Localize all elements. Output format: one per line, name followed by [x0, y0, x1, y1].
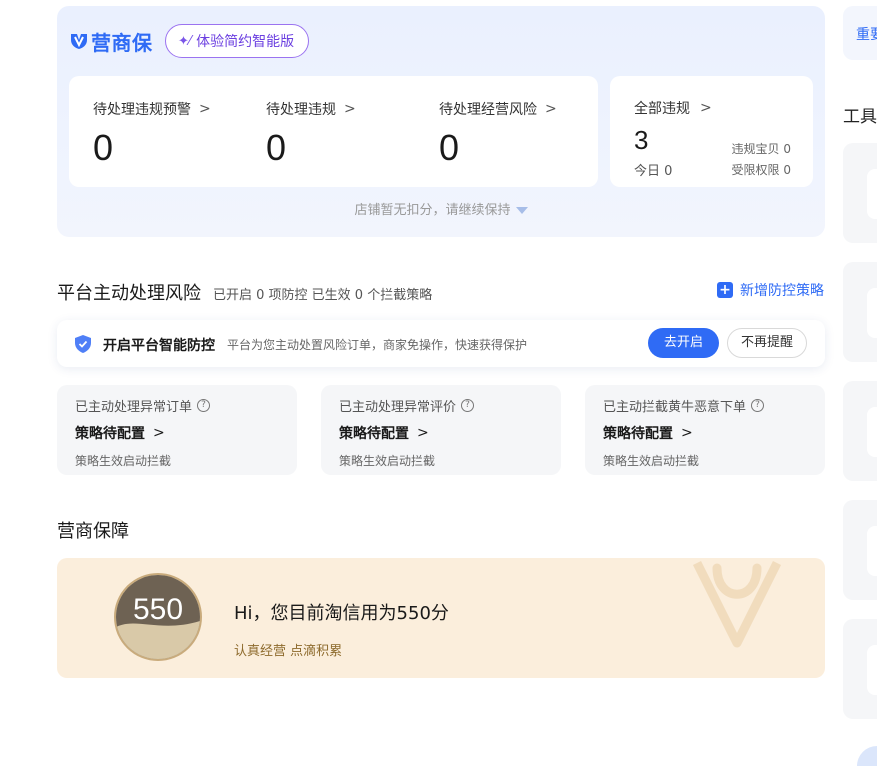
tool-card[interactable]: [843, 143, 877, 243]
credit-score-value: 550: [132, 593, 184, 626]
strategy-card-abnormal-orders: 已主动处理异常订单 ? 策略待配置 > 策略生效启动拦截: [57, 385, 297, 475]
strategy-note: 策略生效启动拦截: [339, 454, 436, 468]
right-tools-title: 工具: [843, 107, 877, 127]
strategy-card-title: 已主动拦截黄牛恶意下单: [603, 400, 747, 415]
pending-violation-count: 0: [266, 127, 287, 168]
smart-guard-desc: 平台为您主动处置风险订单，商家免操作，快速获得保护: [227, 338, 528, 352]
credit-slogan: 认真经营 点滴积累: [234, 644, 343, 659]
pending-business-risk-count: 0: [439, 127, 460, 168]
tool-card[interactable]: [843, 381, 877, 481]
deduction-status-text: 店铺暂无扣分，请继续保持: [354, 203, 511, 218]
strategy-card-abnormal-reviews: 已主动处理异常评价 ? 策略待配置 > 策略生效启动拦截: [321, 385, 561, 475]
all-violations-label: 全部违规: [634, 101, 690, 117]
caret-down-icon: [515, 207, 528, 214]
right-important-notice[interactable]: 重要: [843, 6, 877, 60]
chevron-right-icon: >: [545, 101, 557, 117]
strategy-status: 策略待配置: [339, 426, 409, 442]
right-important-text: 重要: [856, 27, 877, 43]
dismiss-reminder-button[interactable]: 不再提醒: [727, 328, 807, 358]
item-violations: 违规宝贝 0: [731, 142, 791, 156]
configure-strategy-link[interactable]: 策略待配置 >: [75, 423, 165, 443]
configure-strategy-link[interactable]: 策略待配置 >: [339, 423, 429, 443]
brand: 营商保: [69, 26, 153, 56]
credit-greeting: Hi，您目前淘信用为550分: [234, 603, 449, 624]
pending-violation-warning-count: 0: [93, 127, 114, 168]
add-strategy-label: 新增防控策略: [740, 283, 824, 299]
configure-strategy-link[interactable]: 策略待配置 >: [603, 423, 693, 443]
brand-name: 营商保: [91, 30, 153, 55]
platform-risk-title: 平台主动处理风险: [57, 283, 201, 304]
strategy-card-title: 已主动处理异常订单: [75, 400, 193, 415]
pending-violation-label: 待处理违规: [266, 102, 336, 118]
help-icon[interactable]: ?: [461, 399, 475, 412]
add-strategy-button[interactable]: + 新增防控策略: [717, 280, 824, 300]
tool-card[interactable]: [843, 500, 877, 600]
sparkle-icon: ✦⁄: [178, 33, 192, 49]
all-violations-card[interactable]: 全部违规 > 3 今日 0 违规宝贝 0 受限权限 0: [610, 76, 813, 187]
strategy-note: 策略生效启动拦截: [603, 454, 700, 468]
floating-help-button[interactable]: [857, 746, 877, 766]
plus-icon: +: [717, 282, 733, 298]
strategy-card-title: 已主动处理异常评价: [339, 400, 457, 415]
today-violations: 今日 0: [634, 164, 673, 179]
smart-guard-banner: 开启平台智能防控 平台为您主动处置风险订单，商家免操作，快速获得保护 去开启 不…: [57, 320, 825, 367]
strategy-note: 策略生效启动拦截: [75, 454, 172, 468]
shield-check-icon: [75, 335, 91, 353]
chevron-right-icon: >: [681, 425, 693, 441]
chevron-right-icon: >: [344, 101, 356, 117]
pending-summary: 待处理违规预警 > 0 待处理违规 > 0 待处理经营风险 > 0: [69, 76, 598, 187]
overview-card: 营商保 ✦⁄ 体验简约智能版 待处理违规预警 > 0 待处理违规 > 0 待处理…: [57, 6, 825, 237]
platform-risk-summary: 已开启 0 项防控 已生效 0 个拦截策略: [213, 288, 433, 303]
chevron-right-icon: >: [417, 425, 429, 441]
brand-logo-icon: [71, 34, 87, 49]
guarantee-title: 营商保障: [57, 521, 129, 542]
all-violations-count: 3: [634, 125, 649, 155]
strategy-status: 策略待配置: [75, 426, 145, 442]
deduction-status-tip[interactable]: 店铺暂无扣分，请继续保持: [57, 199, 825, 218]
chevron-right-icon: >: [153, 425, 165, 441]
restricted-permissions: 受限权限 0: [731, 163, 791, 177]
help-icon[interactable]: ?: [751, 399, 765, 412]
credit-score-card: 550 Hi，您目前淘信用为550分 认真经营 点滴积累: [57, 558, 825, 678]
strategy-status: 策略待配置: [603, 426, 673, 442]
try-smart-version-label: 体验简约智能版: [196, 34, 295, 50]
chevron-right-icon: >: [199, 101, 211, 117]
strategy-card-scalper-orders: 已主动拦截黄牛恶意下单 ? 策略待配置 > 策略生效启动拦截: [585, 385, 825, 475]
try-smart-version-button[interactable]: ✦⁄ 体验简约智能版: [165, 24, 310, 58]
credit-score-badge: 550: [114, 573, 202, 661]
tool-card[interactable]: [843, 619, 877, 719]
enable-guard-button[interactable]: 去开启: [648, 328, 719, 358]
chevron-right-icon: >: [700, 100, 712, 116]
pending-business-risk-label: 待处理经营风险: [439, 102, 537, 118]
help-icon[interactable]: ?: [197, 399, 211, 412]
smart-guard-title: 开启平台智能防控: [103, 338, 215, 354]
pending-violation-warning-label: 待处理违规预警: [93, 102, 191, 118]
tool-card[interactable]: [843, 262, 877, 362]
shield-watermark-icon: [692, 560, 782, 648]
